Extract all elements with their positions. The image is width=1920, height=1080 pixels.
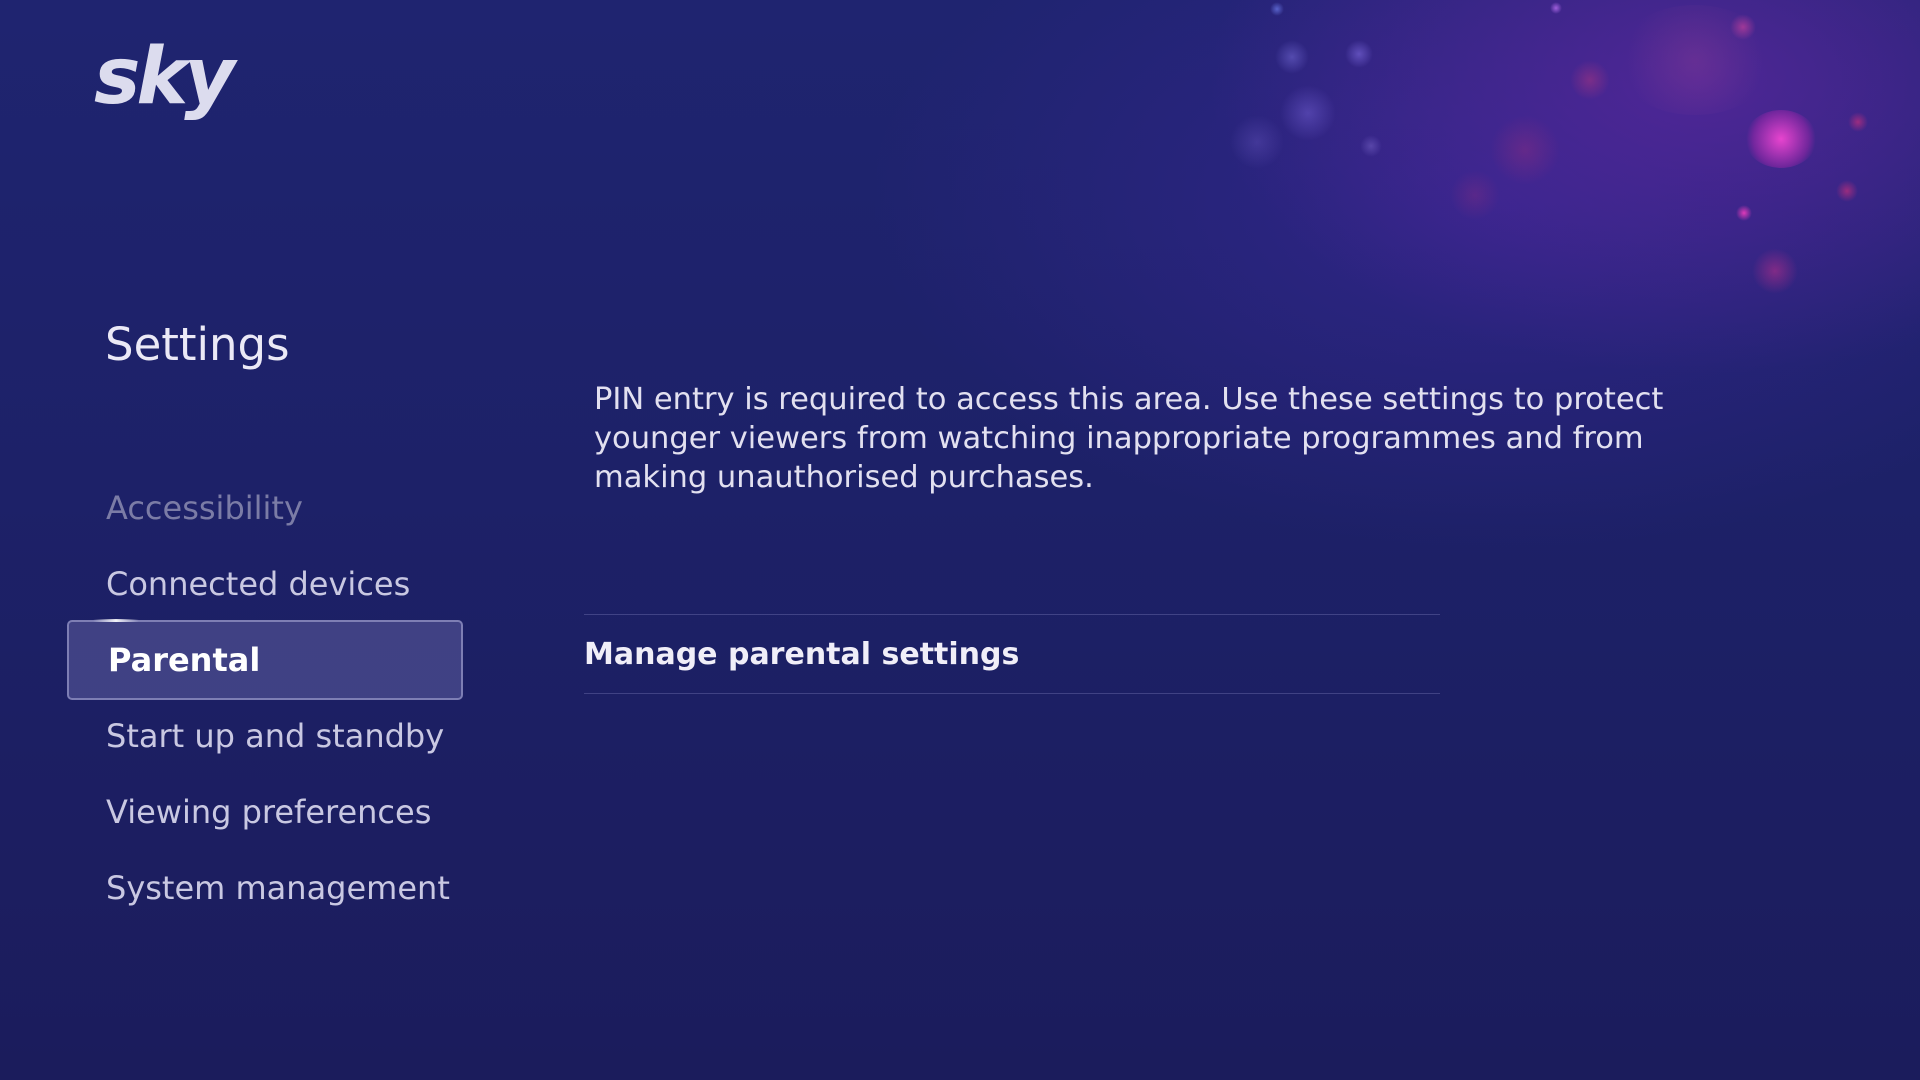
sidebar-item-system-management[interactable]: System management (67, 850, 463, 926)
sidebar-item-connected-devices[interactable]: Connected devices (67, 546, 463, 622)
sidebar-item-accessibility[interactable]: Accessibility (67, 470, 463, 546)
sidebar-item-parental[interactable]: Parental (67, 619, 463, 700)
sky-logo: sky (94, 32, 235, 122)
sidebar-item-label: System management (106, 869, 450, 907)
page-title: Settings (105, 318, 290, 371)
settings-sidebar: Accessibility Connected devices Parental… (67, 470, 463, 926)
parental-description: PIN entry is required to access this are… (594, 382, 1664, 495)
sidebar-item-label: Accessibility (106, 489, 303, 527)
option-label: Manage parental settings (584, 636, 1020, 672)
manage-parental-settings-option[interactable]: Manage parental settings (584, 614, 1440, 694)
sidebar-item-viewing-preferences[interactable]: Viewing preferences (67, 774, 463, 850)
sidebar-item-start-up-and-standby[interactable]: Start up and standby (67, 698, 463, 774)
sidebar-item-label: Viewing preferences (106, 793, 432, 831)
sidebar-item-label: Connected devices (106, 565, 411, 603)
sidebar-item-label: Start up and standby (106, 717, 445, 755)
sidebar-item-label: Parental (108, 641, 261, 679)
